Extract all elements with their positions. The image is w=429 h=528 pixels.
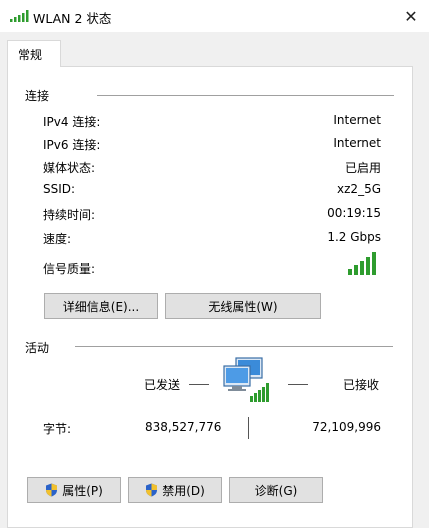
activity-divider [75,346,393,347]
activity-heading: 活动 [25,341,50,355]
wireless-properties-button[interactable]: 无线属性(W) [165,293,321,319]
ssid-value: xz2_5G [337,182,381,196]
window-title: WLAN 2 状态 [33,11,112,26]
properties-button[interactable]: 属性(P) [27,477,121,503]
tab-general[interactable]: 常规 [7,40,61,67]
media-state-value: 已启用 [344,161,381,175]
shield-icon [46,483,58,497]
shield-icon [146,483,158,497]
details-button-label: 详细信息(E)... [62,299,140,314]
sent-dash [189,384,209,385]
media-state-label: 媒体状态: [43,161,96,175]
wifi-signal-icon [10,10,29,22]
bytes-separator [248,417,249,439]
details-button[interactable]: 详细信息(E)... [44,293,158,319]
close-icon: ✕ [404,6,418,26]
title-bar: WLAN 2 状态 ✕ [0,0,429,32]
signal-quality-label: 信号质量: [43,262,96,276]
diagnose-button-label: 诊断(G) [254,483,298,498]
tab-general-label: 常规 [18,48,43,62]
disable-button-label: 禁用(D) [162,483,205,498]
speed-label: 速度: [43,232,72,246]
bytes-sent-value: 838,527,776 [145,420,222,434]
properties-button-label: 属性(P) [62,483,103,498]
network-computers-icon [223,357,269,402]
received-label: 已接收 [343,378,380,392]
duration-label: 持续时间: [43,208,96,222]
close-button[interactable]: ✕ [393,0,429,32]
ipv4-label: IPv4 连接: [43,115,101,129]
disable-button[interactable]: 禁用(D) [128,477,222,503]
bytes-received-value: 72,109,996 [312,420,381,434]
status-dialog: WLAN 2 状态 ✕ 常规 连接 IPv4 连接: Internet IPv6… [0,0,429,528]
wireless-properties-label: 无线属性(W) [208,299,278,314]
duration-value: 00:19:15 [327,206,381,220]
ipv4-value: Internet [333,113,381,127]
diagnose-button[interactable]: 诊断(G) [229,477,323,503]
connection-heading: 连接 [25,89,50,103]
connection-divider [97,95,394,96]
received-dash [288,384,308,385]
bytes-label: 字节: [43,422,72,436]
speed-value: 1.2 Gbps [327,230,381,244]
ipv6-value: Internet [333,136,381,150]
ssid-label: SSID: [43,182,76,196]
ipv6-label: IPv6 连接: [43,138,101,152]
signal-strength-icon [348,252,376,275]
sent-label: 已发送 [144,378,181,392]
